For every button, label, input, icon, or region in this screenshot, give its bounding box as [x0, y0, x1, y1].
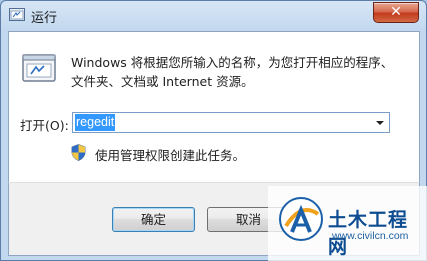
shield-icon: [71, 144, 86, 161]
open-combobox[interactable]: regedit: [72, 112, 390, 133]
close-button[interactable]: ✕: [373, 2, 419, 23]
dialog-body: Windows 将根据您所输入的名称，为您打开相应的程序、 文件夹、文档或 In…: [8, 31, 420, 183]
title-bar[interactable]: 运行 ✕: [1, 1, 426, 29]
run-icon: [9, 8, 25, 21]
instructions-text: Windows 将根据您所输入的名称，为您打开相应的程序、 文件夹、文档或 In…: [71, 53, 411, 91]
close-icon: ✕: [390, 4, 402, 20]
window-title: 运行: [31, 11, 58, 26]
instructions-line-1: Windows 将根据您所输入的名称，为您打开相应的程序、: [71, 55, 394, 70]
watermark: 土木工程网 www.civilcn.com: [268, 186, 427, 261]
ok-button[interactable]: 确定: [112, 207, 195, 232]
run-program-icon: [22, 54, 56, 82]
instructions-line-2: 文件夹、文档或 Internet 资源。: [71, 74, 254, 89]
open-input-value[interactable]: regedit: [75, 114, 116, 131]
watermark-url: www.civilcn.com: [332, 230, 409, 242]
civilcn-logo-icon: [279, 197, 323, 241]
chevron-down-icon[interactable]: [376, 121, 384, 125]
admin-privileges-note: 使用管理权限创建此任务。: [95, 148, 246, 163]
open-label: 打开(O):: [20, 118, 69, 133]
